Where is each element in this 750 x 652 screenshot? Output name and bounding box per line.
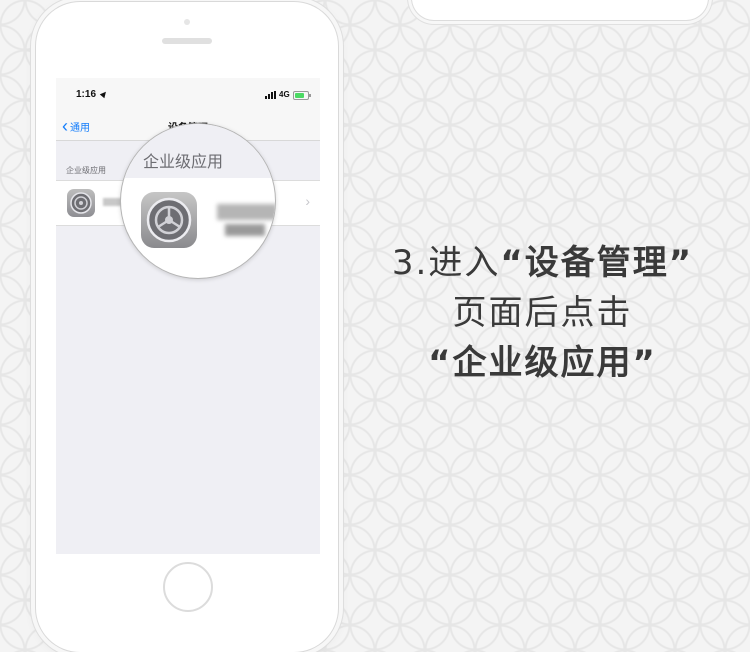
- phone-bottom-frame: [412, 0, 708, 20]
- caption-line-2: 页面后点击: [452, 293, 633, 333]
- caption-highlight-device-management: “设备管理”: [500, 243, 694, 283]
- magnifier-callout: 企业级应用: [120, 123, 276, 279]
- caption-line-3: “企业级应用”: [355, 338, 730, 388]
- battery-icon: [293, 91, 311, 100]
- phone-frame: 1:16 4G ‹ 通用 设备管理 企业级应用: [36, 2, 338, 652]
- home-button[interactable]: [163, 562, 213, 612]
- caption-line-1: 3.进入“设备管理”: [355, 238, 730, 288]
- signal-icon: [265, 91, 277, 99]
- caption-step-text: 3.进入: [391, 243, 501, 283]
- instruction-caption: 3.进入“设备管理” 页面后点击 “企业级应用”: [355, 238, 730, 388]
- settings-gear-icon: [67, 189, 95, 217]
- speaker-slot: [162, 38, 212, 44]
- magnified-app-name-redacted: [217, 204, 275, 220]
- section-header: 企业级应用: [66, 166, 106, 175]
- status-time: 1:16: [76, 89, 97, 100]
- magnified-settings-gear-icon: [141, 192, 197, 248]
- location-arrow-icon: [99, 89, 109, 99]
- status-bar: 1:16 4G: [56, 78, 320, 112]
- network-type: 4G: [279, 90, 290, 99]
- magnifier-section-header: 企业级应用: [143, 154, 224, 171]
- caption-highlight-enterprise-app: “企业级应用”: [428, 343, 657, 383]
- magnified-app-subtitle-redacted: [225, 224, 265, 236]
- chevron-right-icon: ›: [305, 193, 310, 209]
- camera-dot: [184, 19, 190, 25]
